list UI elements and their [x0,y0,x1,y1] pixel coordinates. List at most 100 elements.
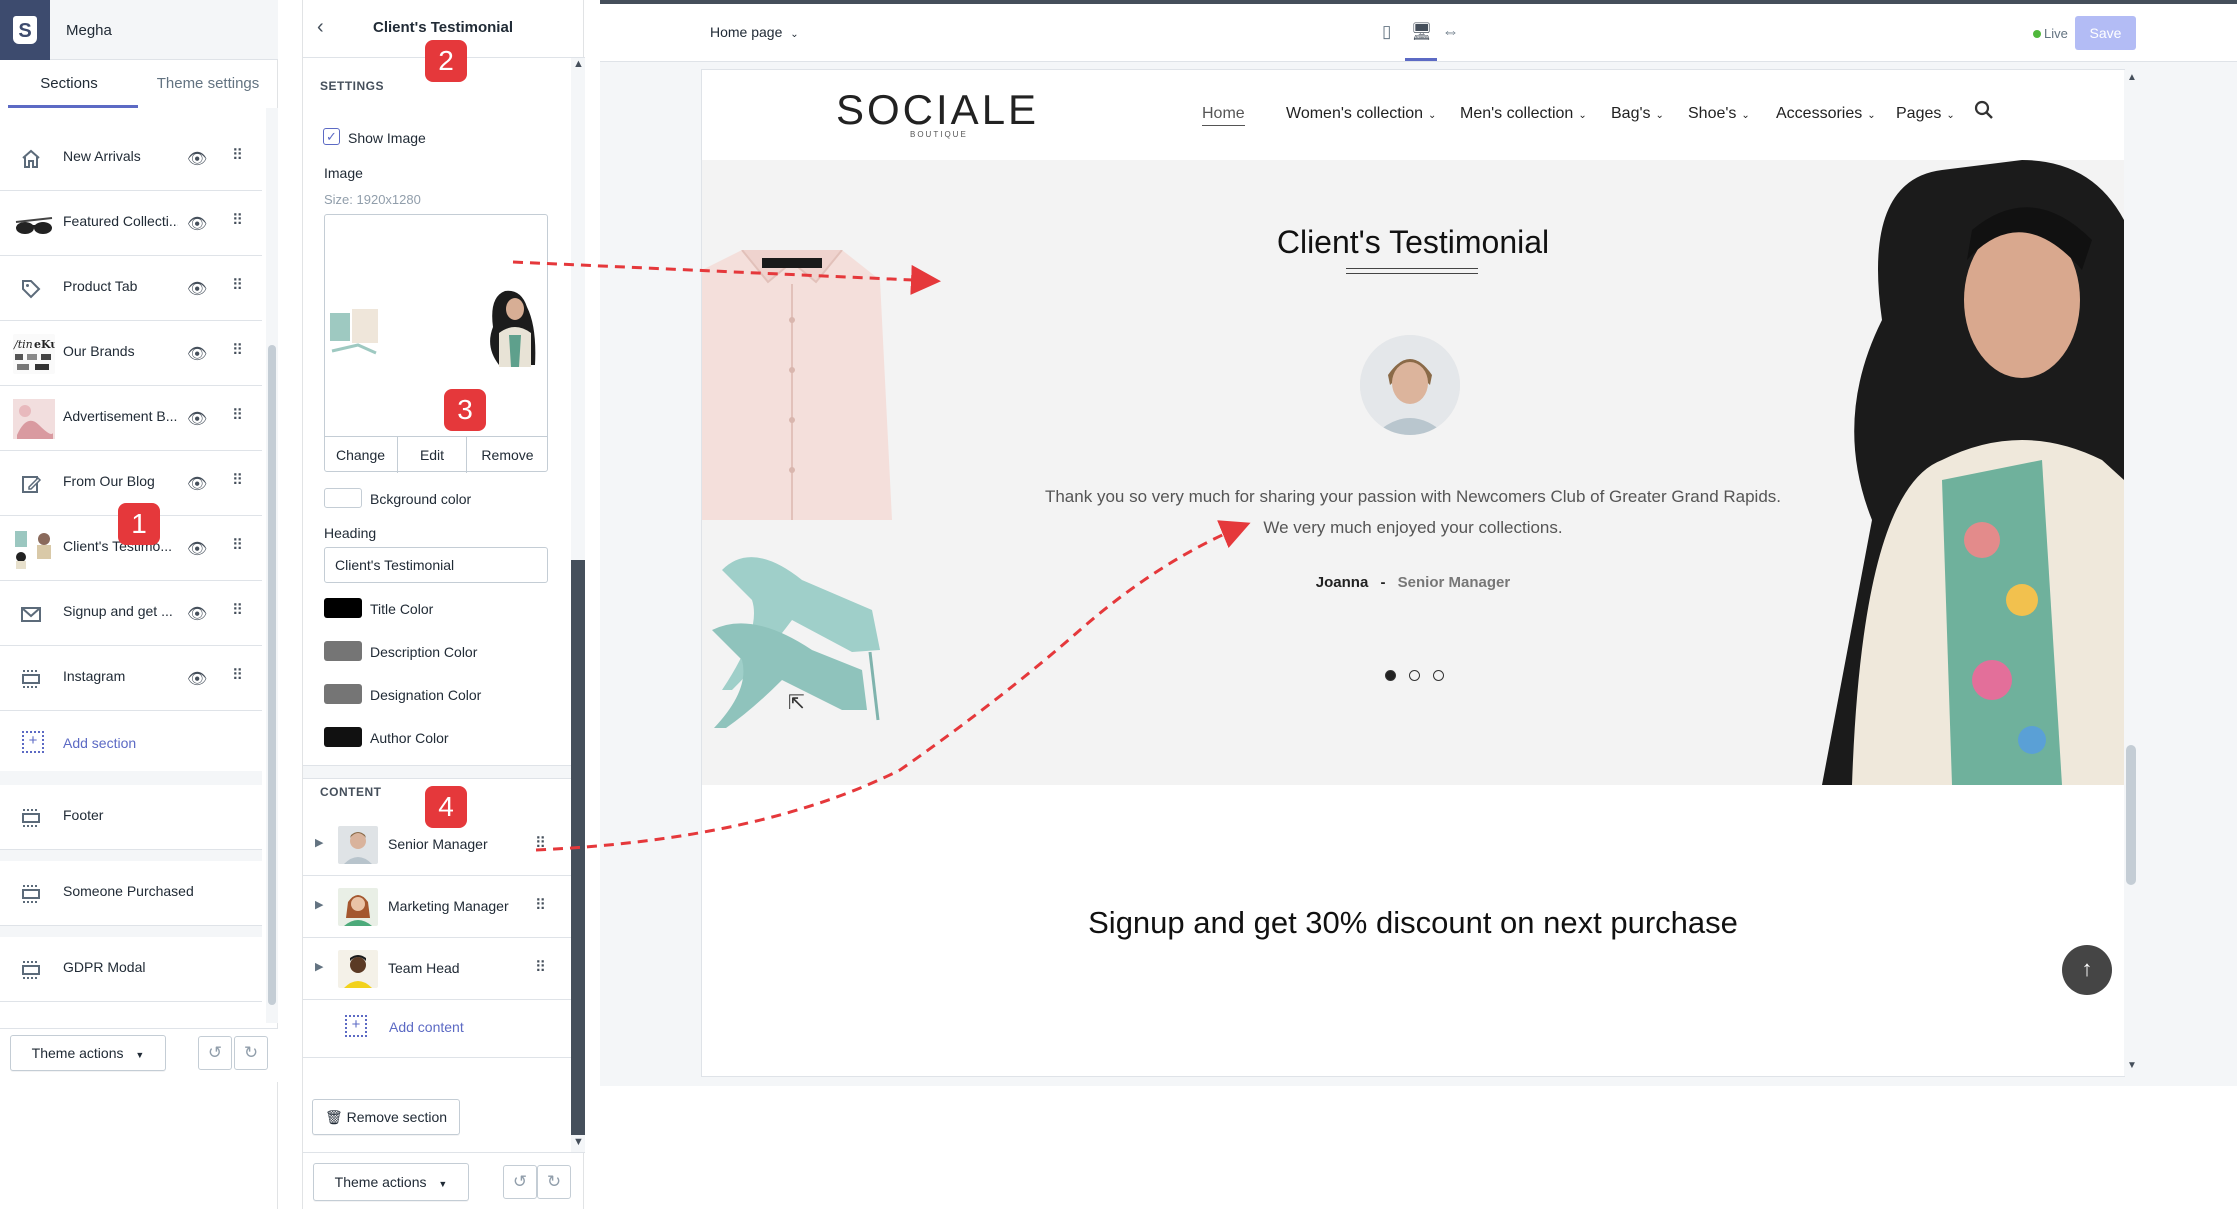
tab-sections[interactable]: Sections [0,60,138,108]
add-section-button[interactable]: + Add section [22,731,222,755]
content-item-marketing-manager[interactable]: ▶ Marketing Manager ⠿ [303,876,571,938]
scrollbar-thumb[interactable] [571,560,585,1135]
eye-icon[interactable]: 👁 [187,539,207,559]
caret-right-icon[interactable]: ▶ [315,898,323,911]
drag-handle-icon[interactable]: ⠿ [232,601,243,619]
drag-handle-icon[interactable]: ⠿ [535,834,546,852]
fullscreen-view-icon[interactable]: ⇔ [1442,22,1459,42]
title-underline [1346,268,1478,269]
caret-right-icon[interactable]: ▶ [315,960,323,973]
preview-scrollbar[interactable] [2124,70,2138,1076]
section-item-advertisement[interactable]: Advertisement B... 👁 ⠿ [0,386,262,451]
undo-icon[interactable]: ↺ [198,1036,232,1070]
image-size: Size: 1920x1280 [324,192,421,207]
drag-handle-icon[interactable]: ⠿ [232,276,243,294]
section-item-featured-collection[interactable]: Featured Collecti... 👁 ⠿ [0,191,262,256]
nav-bags[interactable]: Bag's ⌄ [1611,105,1664,123]
annotation-badge-2: 2 [425,40,467,82]
remove-section-button[interactable]: 🗑 Remove section [312,1099,460,1135]
page-selector[interactable]: Home page ⌄ [710,24,799,40]
drag-handle-icon[interactable]: ⠿ [232,666,243,684]
drag-handle-icon[interactable]: ⠿ [232,146,243,164]
description-color-swatch[interactable] [324,641,362,661]
carousel-dot-active[interactable] [1385,670,1396,681]
carousel-dot[interactable] [1433,670,1444,681]
scroll-up-icon[interactable]: ▲ [573,58,584,70]
carousel-dot[interactable] [1409,670,1420,681]
section-item-gdpr-modal[interactable]: GDPR Modal [0,937,262,1002]
mobile-view-icon[interactable]: ▯ [1382,22,1391,42]
tab-theme-settings[interactable]: Theme settings [138,60,278,108]
site-logo[interactable]: SOCIALE [836,86,1039,134]
eye-icon[interactable]: 👁 [187,149,207,169]
author-separator: - [1380,574,1386,591]
eye-icon[interactable]: 👁 [187,604,207,624]
nav-shoes[interactable]: Shoe's ⌄ [1688,105,1750,123]
layout-icon [13,876,49,912]
add-content-button[interactable]: + Add content [345,1015,545,1039]
section-item-product-tab[interactable]: Product Tab 👁 ⠿ [0,256,262,321]
desktop-view-icon[interactable]: 🖥 [1411,22,1433,42]
chevron-down-icon: ⌄ [1741,110,1750,121]
theme-actions-button[interactable]: Theme actions ▼ [10,1035,166,1071]
section-item-new-arrivals[interactable]: New Arrivals 👁 ⠿ [0,126,262,191]
change-image-button[interactable]: Change [324,437,398,473]
caret-right-icon[interactable]: ▶ [315,836,323,849]
layout-icon [13,800,49,836]
back-chevron-icon[interactable]: ‹ [317,16,324,39]
redo-icon[interactable]: ↻ [234,1036,268,1070]
image-thumbnail-right [490,290,536,367]
scrollbar-thumb[interactable] [268,345,276,1005]
drag-handle-icon[interactable]: ⠿ [535,958,546,976]
shopify-logo-icon[interactable]: S [0,0,50,60]
search-icon[interactable] [1974,100,1994,126]
eye-icon[interactable]: 👁 [187,669,207,689]
nav-pages[interactable]: Pages ⌄ [1896,105,1955,123]
scroll-up-icon[interactable]: ▲ [2127,72,2137,83]
content-label: Marketing Manager [388,898,509,914]
background-color-swatch[interactable] [324,488,362,508]
eye-icon[interactable]: 👁 [187,279,207,299]
nav-home[interactable]: Home [1202,105,1245,126]
show-image-checkbox[interactable]: ✓ [323,128,340,145]
designation-color-label: Designation Color [370,687,482,703]
drag-handle-icon[interactable]: ⠿ [535,896,546,914]
section-label: From Our Blog [63,473,155,489]
drag-handle-icon[interactable]: ⠿ [232,211,243,229]
section-item-footer[interactable]: Footer [0,785,262,850]
edit-image-button[interactable]: Edit [398,437,467,473]
section-label: Advertisement B... [63,408,178,424]
nav-mens-collection[interactable]: Men's collection ⌄ [1460,105,1587,123]
author-color-swatch[interactable] [324,727,362,747]
heading-input[interactable] [324,547,548,583]
nav-womens-collection[interactable]: Women's collection ⌄ [1286,105,1436,123]
designation-color-swatch[interactable] [324,684,362,704]
scroll-down-icon[interactable]: ▼ [573,1136,584,1148]
scroll-to-top-button[interactable]: ↑ [2062,945,2112,995]
remove-image-button[interactable]: Remove [467,437,548,473]
section-item-our-brands[interactable]: /tin eKu Our Brands 👁 ⠿ [0,321,262,386]
section-item-instagram[interactable]: Instagram 👁 ⠿ [0,646,262,711]
section-label: New Arrivals [63,148,141,164]
content-item-team-head[interactable]: ▶ Team Head ⠿ [303,938,571,1000]
title-color-swatch[interactable] [324,598,362,618]
eye-icon[interactable]: 👁 [187,474,207,494]
eye-icon[interactable]: 👁 [187,409,207,429]
nav-accessories[interactable]: Accessories ⌄ [1776,105,1876,123]
section-label: Signup and get ... [63,603,173,619]
undo-icon[interactable]: ↺ [503,1165,537,1199]
scroll-down-icon[interactable]: ▼ [2127,1060,2137,1071]
eye-icon[interactable]: 👁 [187,214,207,234]
section-item-signup[interactable]: Signup and get ... 👁 ⠿ [0,581,262,646]
drag-handle-icon[interactable]: ⠿ [232,536,243,554]
drag-handle-icon[interactable]: ⠿ [232,341,243,359]
section-item-someone-purchased[interactable]: Someone Purchased [0,861,262,926]
preview-scrollbar-thumb[interactable] [2126,745,2136,885]
mail-icon [13,596,49,632]
drag-handle-icon[interactable]: ⠿ [232,471,243,489]
theme-actions-button[interactable]: Theme actions ▼ [313,1163,469,1201]
eye-icon[interactable]: 👁 [187,344,207,364]
redo-icon[interactable]: ↻ [537,1165,571,1199]
drag-handle-icon[interactable]: ⠿ [232,406,243,424]
save-button[interactable]: Save [2075,16,2136,50]
